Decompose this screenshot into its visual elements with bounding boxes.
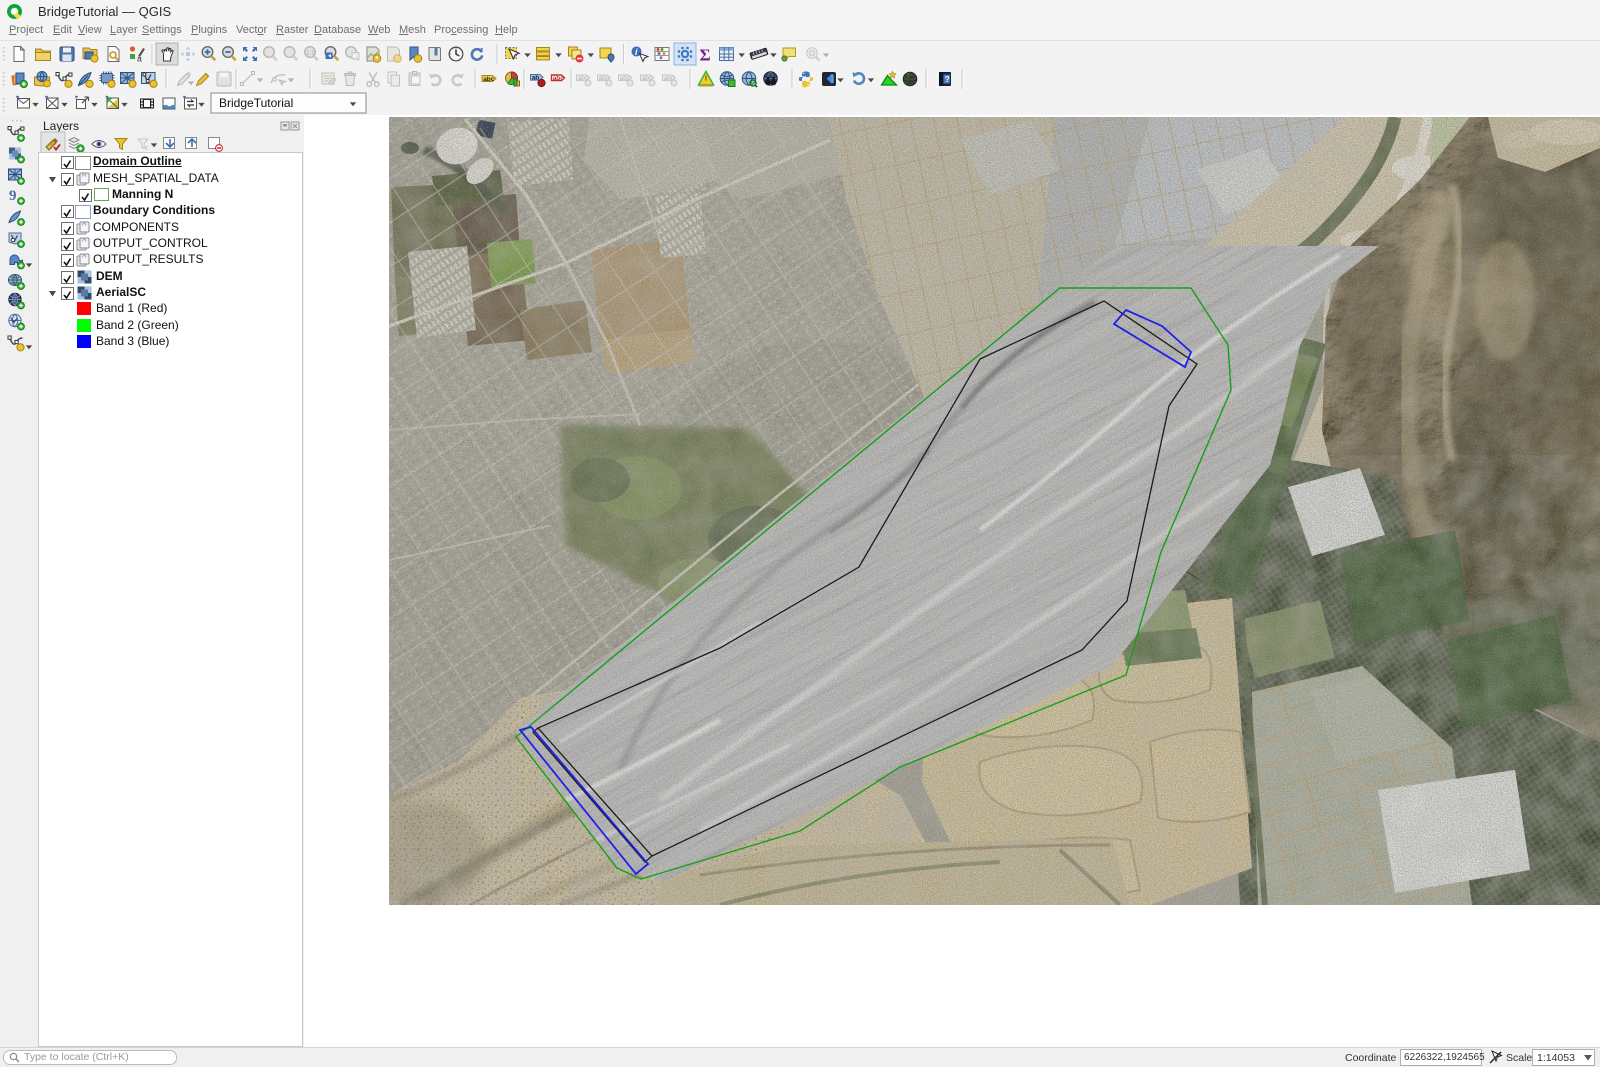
- svg-text:abc: abc: [483, 76, 495, 83]
- svg-text:*: *: [375, 56, 378, 63]
- svg-text:Σ: Σ: [700, 46, 711, 65]
- svg-text:BridgeTutorial: BridgeTutorial: [219, 96, 293, 110]
- svg-text:ab: ab: [532, 75, 540, 82]
- svg-text:1:1: 1:1: [306, 50, 315, 56]
- svg-text:a: a: [137, 54, 142, 64]
- svg-text:ε: ε: [145, 145, 148, 152]
- svg-text:?: ?: [945, 75, 950, 84]
- svg-text:abc: abc: [553, 75, 565, 82]
- svg-text:9: 9: [9, 188, 17, 204]
